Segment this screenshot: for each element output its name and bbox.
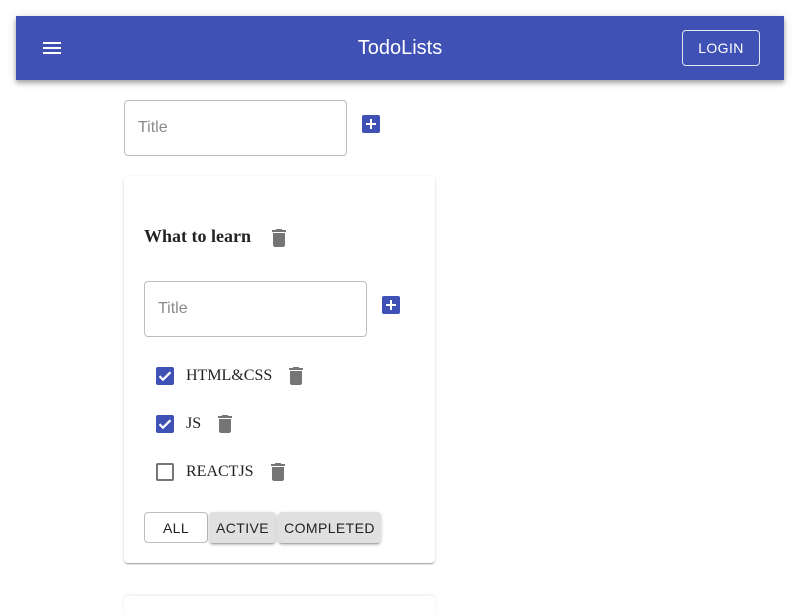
new-list-title-field[interactable]: [124, 100, 347, 156]
filter-all-button[interactable]: ALL: [144, 512, 208, 543]
task-title[interactable]: REACTJS: [186, 463, 254, 481]
new-list-title-input[interactable]: [125, 101, 346, 155]
menu-icon: [43, 42, 61, 54]
delete-task-button[interactable]: [218, 415, 232, 433]
add-box-icon: [366, 119, 376, 129]
delete-icon: [271, 463, 285, 481]
task-checkbox[interactable]: [156, 415, 174, 433]
task-checkbox[interactable]: [156, 367, 174, 385]
delete-task-button[interactable]: [289, 367, 303, 385]
new-task-title-field[interactable]: [144, 281, 367, 337]
check-icon: [158, 419, 172, 430]
new-task-title-input[interactable]: [145, 282, 366, 336]
delete-icon: [289, 367, 303, 385]
task-item: JS: [156, 412, 256, 436]
check-icon: [158, 371, 172, 382]
add-box-icon: [386, 300, 396, 310]
add-task-button[interactable]: [382, 296, 400, 314]
menu-button[interactable]: [40, 36, 64, 60]
todolist-card: What to learn HTML&CSS: [124, 176, 435, 563]
task-title[interactable]: JS: [186, 415, 201, 433]
task-checkbox[interactable]: [156, 463, 174, 481]
delete-task-button[interactable]: [271, 463, 285, 481]
delete-icon: [272, 229, 286, 247]
add-list-button[interactable]: [362, 115, 380, 133]
task-item: HTML&CSS: [156, 364, 306, 388]
app-bar: TodoLists LOGIN: [16, 16, 784, 80]
delete-todolist-button[interactable]: [272, 229, 286, 247]
filter-completed-button[interactable]: COMPLETED: [278, 512, 381, 543]
next-todolist-card: [124, 596, 435, 616]
app-title: TodoLists: [357, 37, 443, 59]
todolist-title: What to learn: [144, 226, 251, 246]
login-button[interactable]: LOGIN: [682, 30, 760, 66]
filter-active-button[interactable]: ACTIVE: [209, 512, 276, 543]
task-item: REACTJS: [156, 460, 306, 484]
task-title[interactable]: HTML&CSS: [186, 367, 272, 385]
delete-icon: [218, 415, 232, 433]
